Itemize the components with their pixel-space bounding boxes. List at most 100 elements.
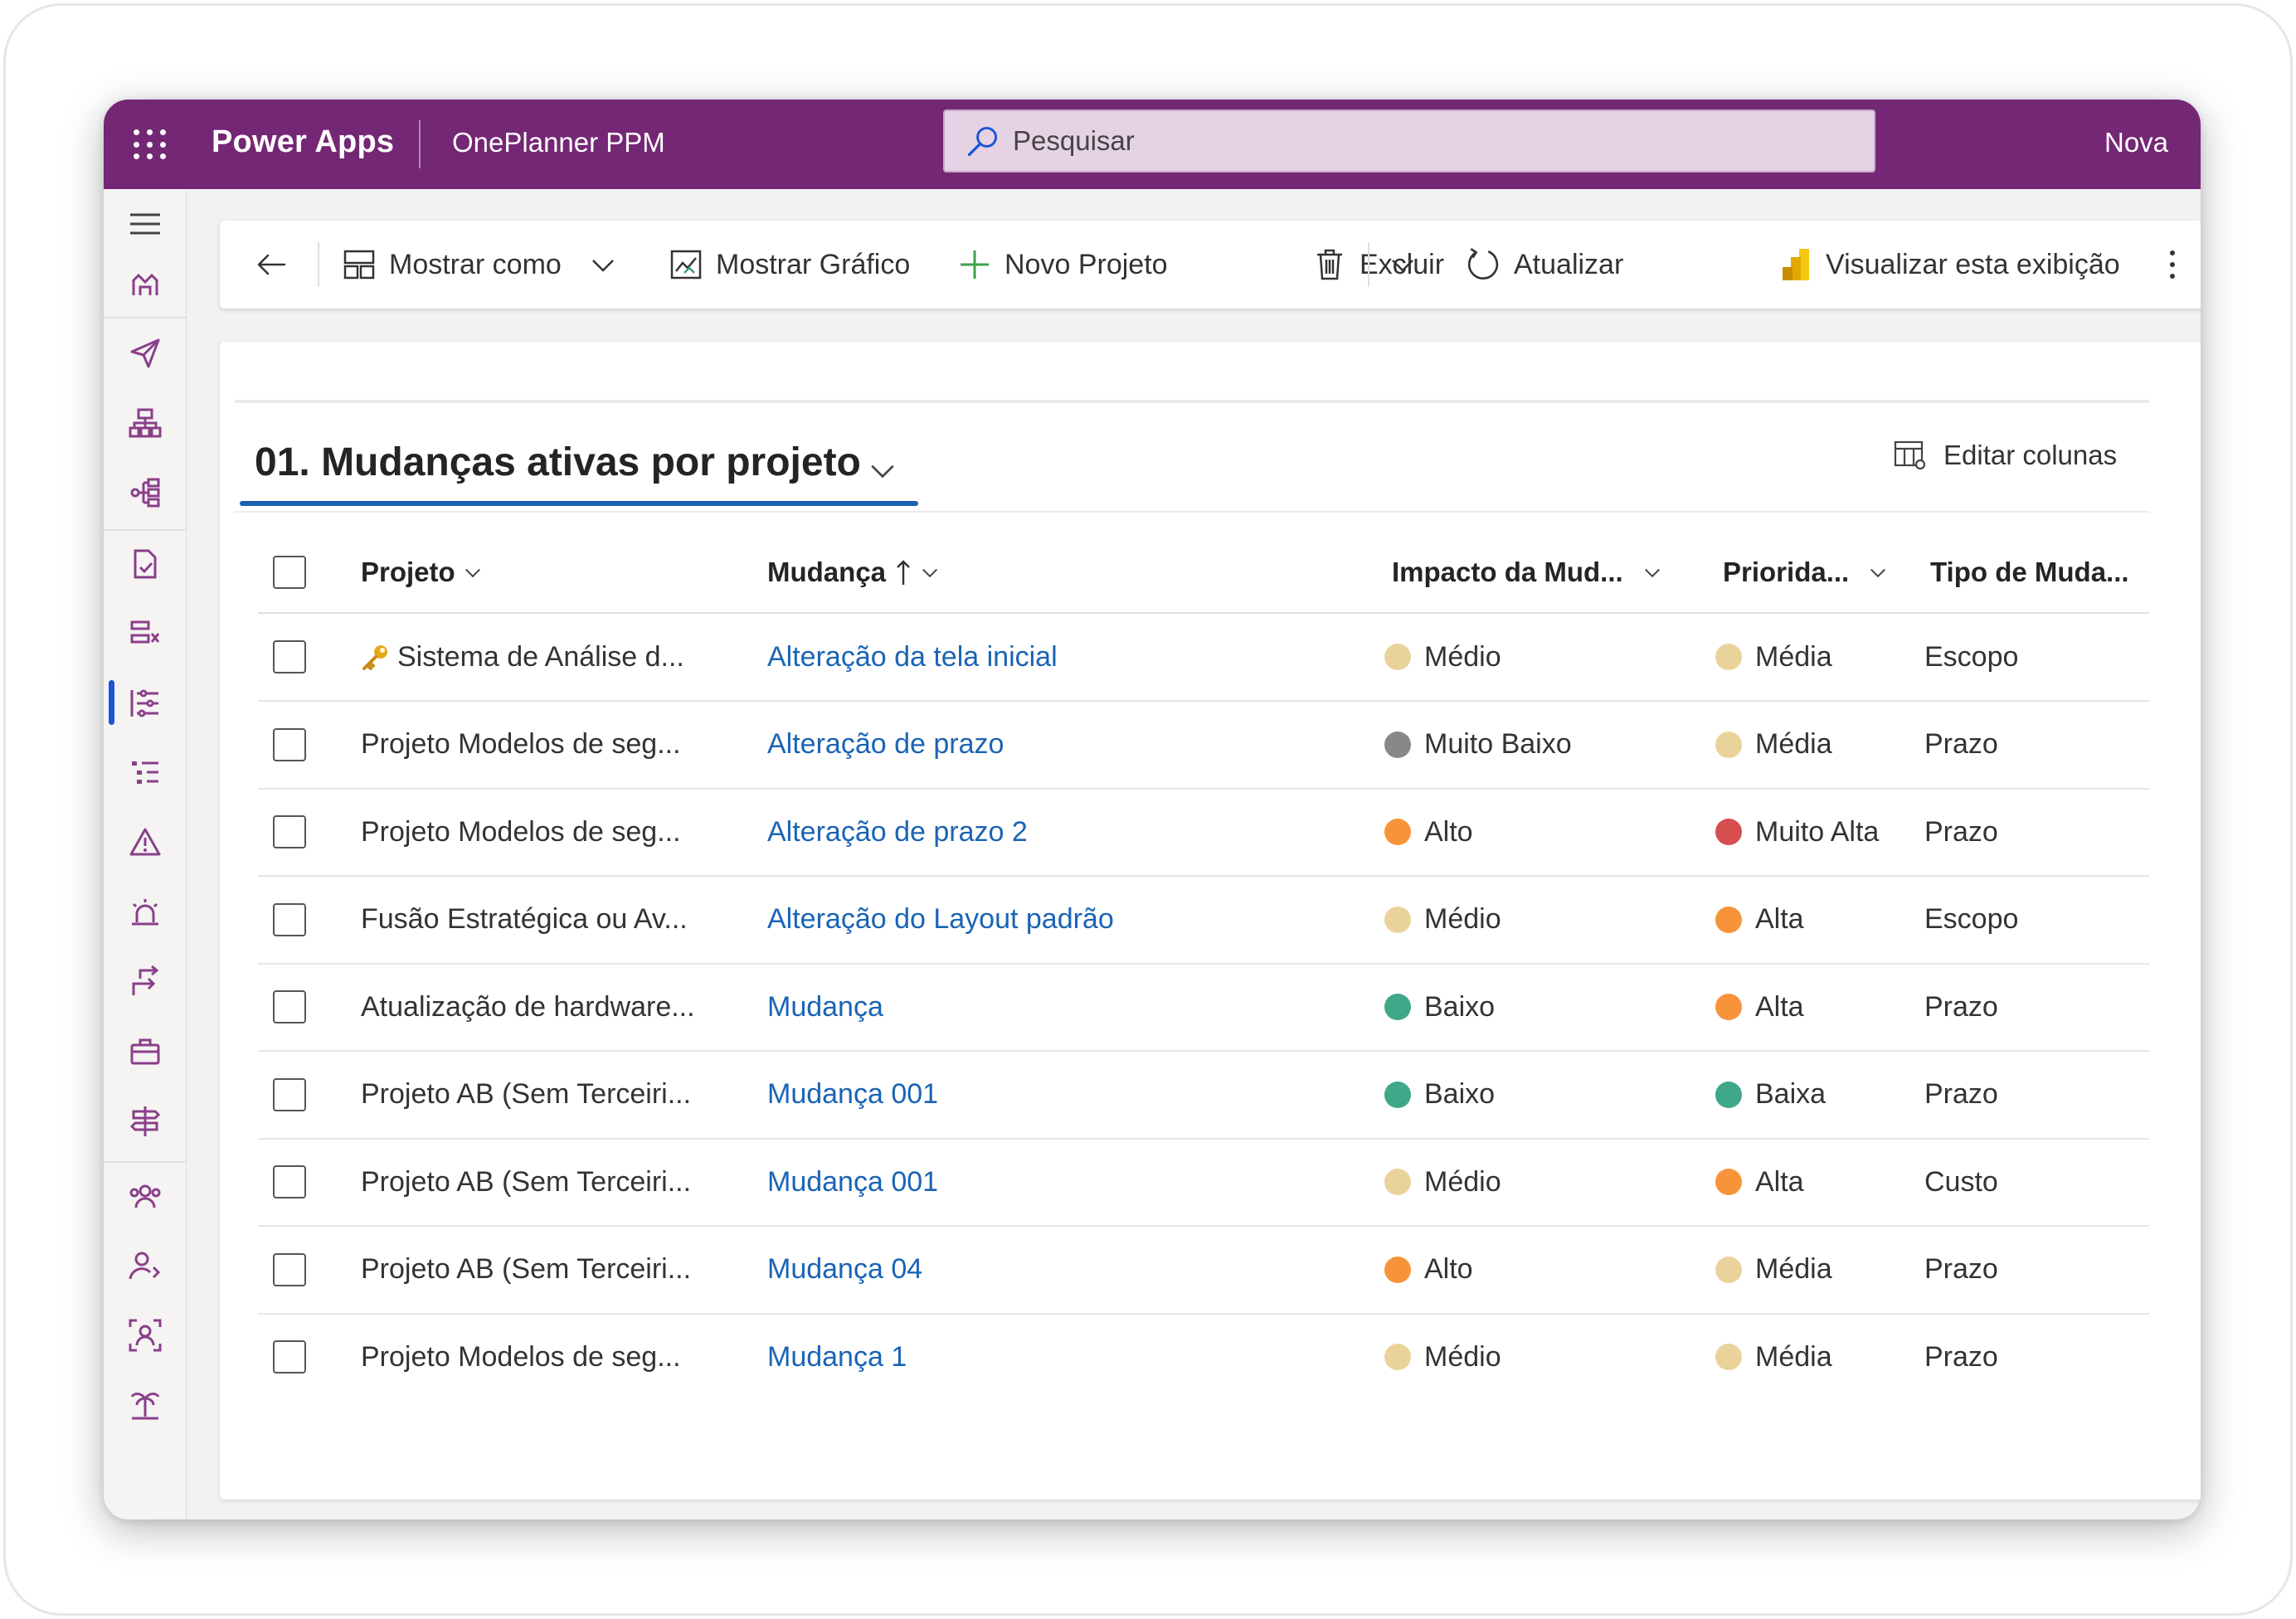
home-icon[interactable] bbox=[119, 262, 172, 309]
app-name[interactable]: Power Apps bbox=[212, 124, 394, 160]
more-commands-dropdown[interactable] bbox=[1389, 221, 1429, 309]
change-link[interactable]: Mudança bbox=[767, 964, 883, 1050]
table-row[interactable]: Atualização de hardware... Mudança Baixo Al… bbox=[220, 964, 2152, 1052]
type-cell: Prazo bbox=[1924, 1314, 1998, 1400]
project-cell[interactable]: Fusão Estratégica ou Av... bbox=[361, 877, 688, 963]
column-header-label: Projeto bbox=[361, 557, 455, 587]
show-as-button[interactable]: Mostrar como bbox=[343, 221, 616, 309]
select-all-checkbox[interactable] bbox=[273, 556, 306, 589]
priority-value: Média bbox=[1755, 640, 1832, 673]
project-name: Projeto Modelos de seg... bbox=[361, 728, 681, 760]
impact-cell: Muito Baixo bbox=[1384, 702, 1572, 788]
app-launcher-icon[interactable] bbox=[129, 124, 170, 166]
rail-divider bbox=[104, 317, 187, 318]
row-checkbox[interactable] bbox=[273, 1077, 306, 1111]
impact-cell: Baixo bbox=[1384, 964, 1495, 1050]
new-project-label: Novo Projeto bbox=[1004, 248, 1168, 280]
visualize-view-label: Visualizar esta exibição bbox=[1826, 248, 2120, 280]
project-cell[interactable]: Atualização de hardware... bbox=[361, 964, 695, 1050]
project-cell[interactable]: Projeto Modelos de seg... bbox=[361, 789, 681, 875]
alarm-icon[interactable] bbox=[119, 889, 172, 936]
column-header-priority[interactable]: Priorida... bbox=[1723, 532, 1887, 612]
type-cell: Prazo bbox=[1924, 964, 1998, 1050]
change-link[interactable]: Alteração da tela inicial bbox=[767, 614, 1058, 700]
refresh-label: Atualizar bbox=[1514, 248, 1624, 280]
briefcase-icon[interactable] bbox=[119, 1028, 172, 1075]
priority-value: Média bbox=[1755, 1340, 1832, 1373]
priority-status-dot bbox=[1715, 819, 1742, 845]
list-check-icon[interactable] bbox=[119, 610, 172, 657]
change-link[interactable]: Alteração de prazo 2 bbox=[767, 789, 1028, 875]
table-row[interactable]: Fusão Estratégica ou Av... Alteração do L… bbox=[220, 877, 2152, 965]
project-cell[interactable]: Projeto Modelos de seg... bbox=[361, 1314, 681, 1400]
signpost-icon[interactable] bbox=[119, 1098, 172, 1145]
search-input[interactable]: Pesquisar bbox=[943, 109, 1875, 173]
project-cell[interactable]: Projeto AB (Sem Terceiri... bbox=[361, 1139, 691, 1225]
project-cell[interactable]: Projeto AB (Sem Terceiri... bbox=[361, 1052, 691, 1138]
change-name: Mudança 04 bbox=[767, 1253, 923, 1285]
header-right-text[interactable]: Nova bbox=[2104, 127, 2168, 158]
visualize-view-button[interactable]: Visualizar esta exibição bbox=[1779, 221, 2120, 309]
table-row[interactable]: Projeto Modelos de seg... Mudança 1 Médio M… bbox=[220, 1314, 2152, 1402]
project-cell[interactable]: Sistema de Análise d... bbox=[361, 614, 684, 700]
column-header-type[interactable]: Tipo de Muda... bbox=[1930, 532, 2129, 612]
row-checkbox[interactable] bbox=[273, 902, 306, 936]
table-row[interactable]: Projeto AB (Sem Terceiri... Mudança 001 Mé… bbox=[220, 1139, 2152, 1227]
change-link[interactable]: Alteração de prazo bbox=[767, 702, 1004, 788]
impact-value: Médio bbox=[1424, 640, 1501, 673]
project-name: Projeto Modelos de seg... bbox=[361, 815, 681, 848]
show-chart-label: Mostrar Gráfico bbox=[716, 248, 911, 280]
column-header-change[interactable]: Mudança bbox=[767, 532, 939, 612]
show-chart-button[interactable]: Mostrar Gráfico bbox=[669, 221, 910, 309]
person-scan-icon[interactable] bbox=[119, 1312, 172, 1359]
view-title[interactable]: 01. Mudanças ativas por projeto bbox=[255, 440, 861, 485]
settings-list-icon[interactable] bbox=[119, 680, 172, 727]
impact-status-dot bbox=[1384, 819, 1411, 845]
project-cell[interactable]: Projeto Modelos de seg... bbox=[361, 702, 681, 788]
hamburger-icon[interactable] bbox=[119, 201, 172, 247]
environment-name[interactable]: OnePlanner PPM bbox=[452, 127, 665, 158]
arrows-icon[interactable] bbox=[119, 959, 172, 1005]
table-row[interactable]: Projeto Modelos de seg... Alteração de pr… bbox=[220, 702, 2152, 790]
bulleted-list-icon[interactable] bbox=[119, 750, 172, 796]
change-link[interactable]: Mudança 001 bbox=[767, 1139, 938, 1225]
change-link[interactable]: Mudança 04 bbox=[767, 1227, 922, 1313]
document-check-icon[interactable] bbox=[119, 541, 172, 587]
new-project-button[interactable]: Novo Projeto bbox=[958, 221, 1168, 309]
impact-status-dot bbox=[1384, 1081, 1411, 1108]
back-button[interactable] bbox=[255, 221, 301, 309]
people-team-icon[interactable] bbox=[119, 1173, 172, 1219]
header-divider bbox=[419, 120, 421, 168]
toolbar-divider bbox=[318, 242, 319, 287]
row-checkbox[interactable] bbox=[273, 1165, 306, 1198]
chevron-down-icon[interactable] bbox=[868, 456, 897, 484]
change-link[interactable]: Mudança 1 bbox=[767, 1314, 907, 1400]
org-chart-icon[interactable] bbox=[119, 400, 172, 446]
row-checkbox[interactable] bbox=[273, 1340, 306, 1373]
change-link[interactable]: Mudança 001 bbox=[767, 1052, 938, 1138]
row-checkbox[interactable] bbox=[273, 1252, 306, 1286]
priority-cell: Alta bbox=[1715, 877, 1804, 963]
edit-columns-label: Editar colunas bbox=[1943, 440, 2118, 470]
table-row[interactable]: Projeto AB (Sem Terceiri... Mudança 04 Alt… bbox=[220, 1227, 2152, 1315]
more-options-button[interactable] bbox=[2167, 221, 2191, 309]
warning-icon[interactable] bbox=[119, 819, 172, 866]
edit-columns-button[interactable]: Editar colunas bbox=[1894, 440, 2117, 471]
row-checkbox[interactable] bbox=[273, 727, 306, 761]
column-header-impact[interactable]: Impacto da Mud... bbox=[1392, 532, 1661, 612]
row-checkbox[interactable] bbox=[273, 990, 306, 1023]
row-checkbox[interactable] bbox=[273, 640, 306, 673]
priority-cell: Média bbox=[1715, 702, 1832, 788]
hierarchy-icon[interactable] bbox=[119, 469, 172, 516]
table-row[interactable]: Projeto Modelos de seg... Alteração de pr… bbox=[220, 789, 2152, 877]
table-row[interactable]: Sistema de Análise d... Alteração da tela… bbox=[220, 614, 2152, 702]
column-header-project[interactable]: Projeto bbox=[361, 532, 482, 612]
refresh-button[interactable]: Atualizar bbox=[1466, 221, 1623, 309]
island-icon[interactable] bbox=[119, 1382, 172, 1428]
person-arrow-icon[interactable] bbox=[119, 1242, 172, 1289]
project-cell[interactable]: Projeto AB (Sem Terceiri... bbox=[361, 1227, 691, 1313]
send-icon[interactable] bbox=[119, 330, 172, 377]
change-link[interactable]: Alteração do Layout padrão bbox=[767, 877, 1114, 963]
table-row[interactable]: Projeto AB (Sem Terceiri... Mudança 001 Ba… bbox=[220, 1052, 2152, 1140]
row-checkbox[interactable] bbox=[273, 815, 306, 848]
